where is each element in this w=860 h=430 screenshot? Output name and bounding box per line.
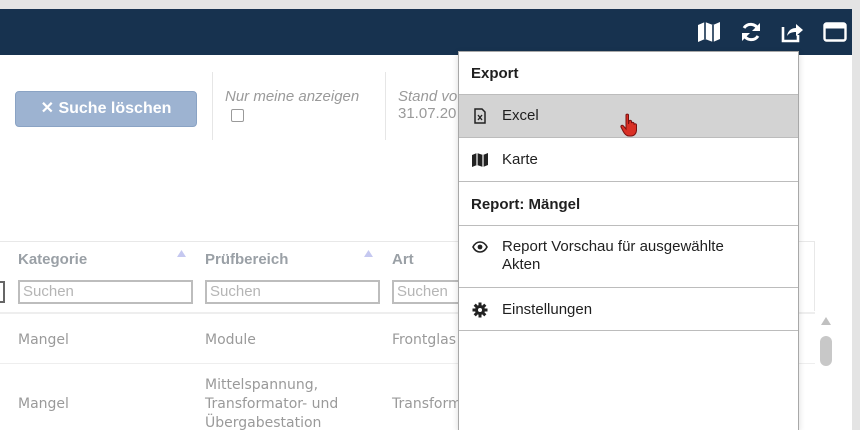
export-dropdown-menu: Export Excel Karte Report: Mängel Report…	[458, 51, 799, 430]
table-cell: Frontglas	[392, 332, 457, 348]
menu-item-label: Report Vorschau für ausgewählte	[502, 238, 724, 255]
search-input-kategorie[interactable]: Suchen	[18, 280, 193, 304]
menu-item-label: Akten	[502, 256, 541, 273]
window-icon[interactable]	[823, 21, 847, 43]
sort-up-icon[interactable]	[364, 250, 373, 257]
menu-item-label: Karte	[502, 151, 538, 168]
export-section-header: Export	[459, 52, 798, 95]
report-section-header: Report: Mängel	[459, 183, 798, 226]
filter-edge	[0, 281, 5, 303]
menu-item-settings[interactable]: Einstellungen	[459, 288, 798, 331]
hand-cursor-icon	[620, 113, 637, 137]
clear-search-button[interactable]: ✕ Suche löschen	[15, 91, 197, 127]
search-input-art[interactable]: Suchen	[392, 280, 462, 304]
share-icon[interactable]	[780, 21, 804, 43]
menu-item-karte[interactable]: Karte	[459, 139, 798, 182]
map-icon	[472, 153, 488, 167]
table-cell: Mangel	[18, 332, 69, 348]
table-right-border	[814, 241, 815, 311]
app-window: ✕ Suche löschen Nur meine anzeigen Stand…	[0, 9, 852, 430]
menu-item-label: Excel	[502, 107, 539, 124]
top-toolbar	[0, 9, 852, 55]
table-cell: Übergabestation	[205, 415, 322, 430]
divider	[212, 72, 213, 140]
refresh-icon[interactable]	[739, 21, 763, 43]
map-icon[interactable]	[697, 21, 721, 43]
menu-item-report-preview[interactable]: Report Vorschau für ausgewählte Akten	[459, 226, 798, 288]
column-header-kategorie[interactable]: Kategorie	[18, 251, 87, 268]
gear-icon	[472, 302, 488, 318]
menu-item-label: Einstellungen	[502, 301, 593, 318]
stand-label: Stand vo	[398, 88, 458, 105]
stand-date: 31.07.20	[398, 105, 457, 122]
table-cell: Mittelspannung,	[205, 377, 319, 393]
scroll-up-arrow[interactable]	[821, 317, 831, 325]
only-mine-label: Nur meine anzeigen	[225, 88, 360, 105]
search-input-pruefbereich[interactable]: Suchen	[205, 280, 380, 304]
excel-file-icon	[474, 108, 486, 124]
table-cell: Transformator- und	[205, 396, 339, 412]
table-cell: Transform	[392, 396, 462, 412]
table-cell: Mangel	[18, 396, 69, 412]
only-mine-checkbox[interactable]	[231, 109, 244, 122]
scrollbar-thumb[interactable]	[820, 336, 832, 366]
eye-icon	[472, 241, 488, 253]
table-cell: Module	[205, 332, 256, 348]
sort-up-icon[interactable]	[177, 250, 186, 257]
column-header-art[interactable]: Art	[392, 251, 414, 268]
divider	[385, 72, 386, 140]
column-header-pruefbereich[interactable]: Prüfbereich	[205, 251, 288, 268]
